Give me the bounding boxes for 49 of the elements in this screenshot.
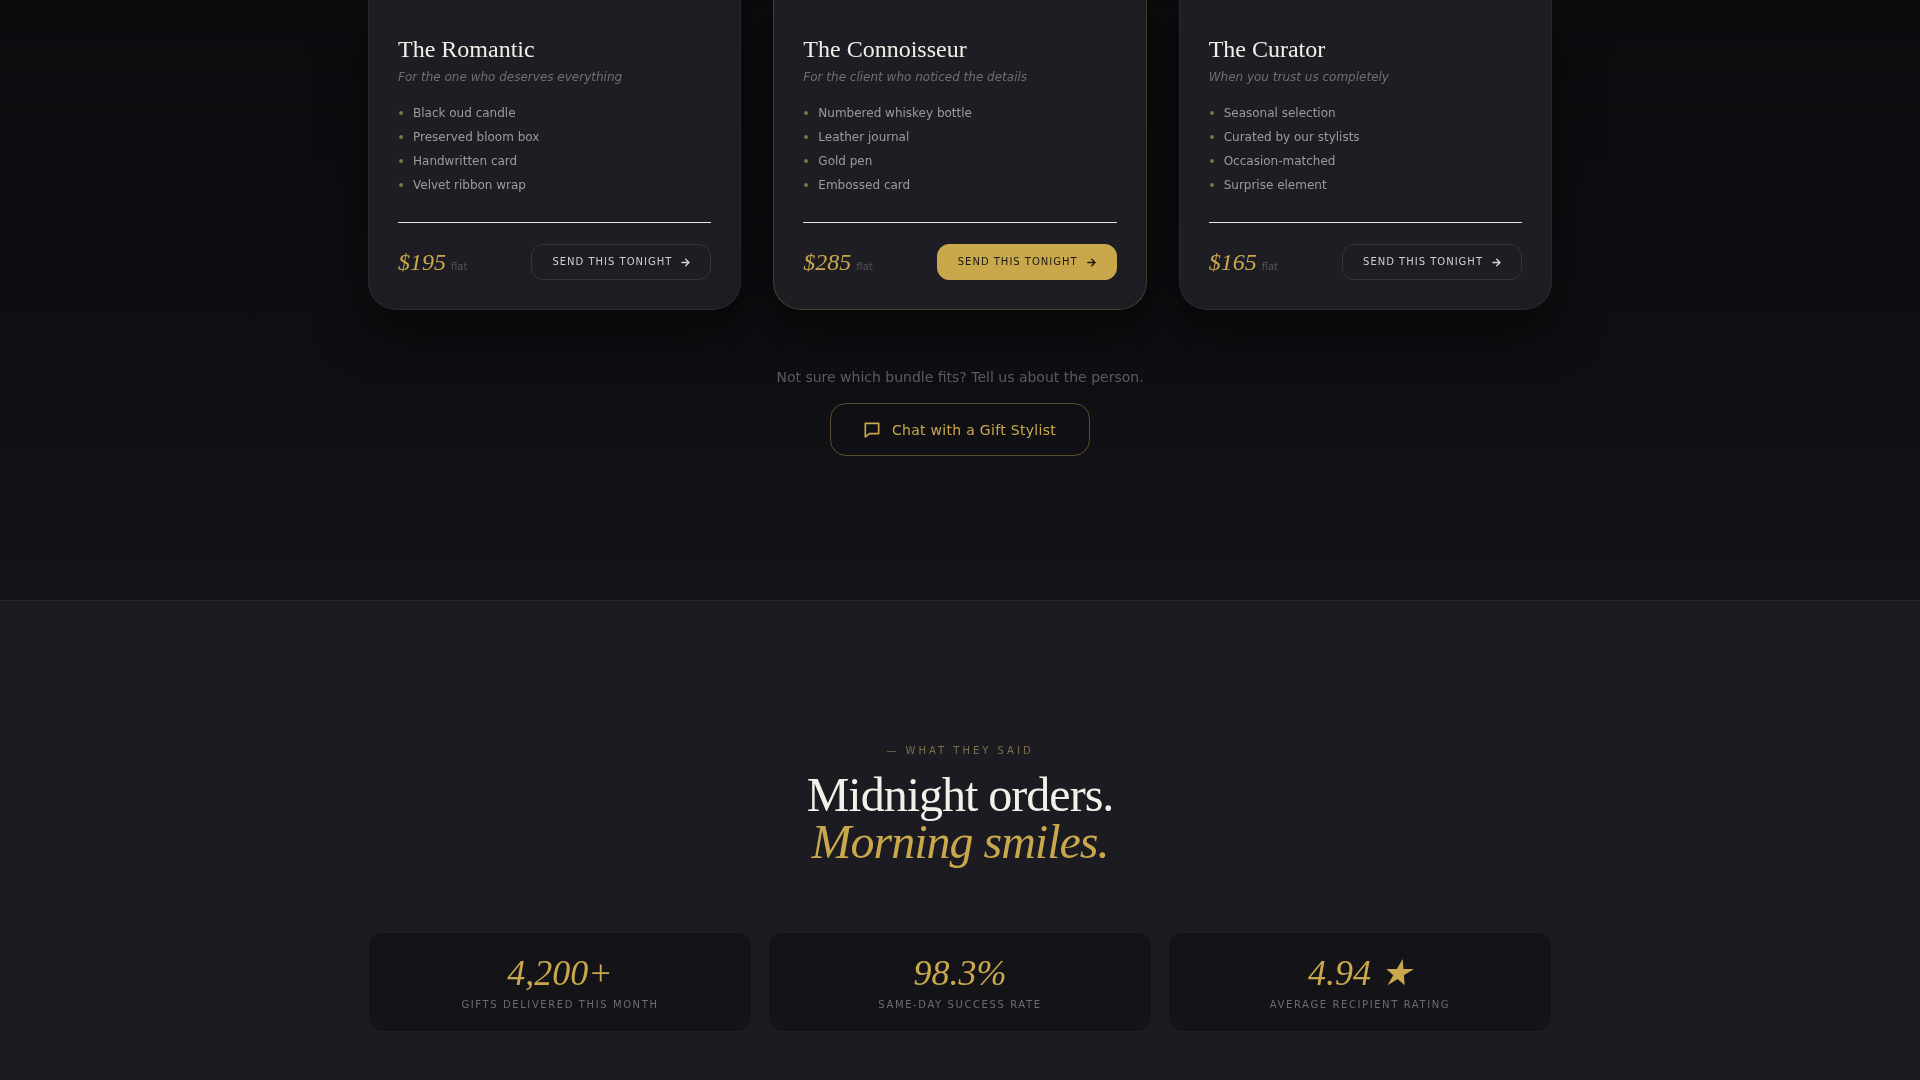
bundle-item: Surprise element: [1223, 178, 1327, 192]
stat-value: 4,200+: [507, 952, 613, 993]
bundle-item: Preserved bloom box: [413, 130, 540, 144]
bullet-icon: [1209, 183, 1214, 187]
send-button[interactable]: SEND THIS TONIGHT: [936, 244, 1117, 280]
bullet-icon: [399, 183, 403, 187]
bundle-title: The Romantic: [398, 35, 535, 64]
bullet-icon: [1209, 111, 1214, 115]
bundle-tagline: When you trust us completely: [1208, 69, 1389, 86]
price: $195: [398, 248, 446, 276]
stat-label: AVERAGE RECIPIENT RATING: [1269, 997, 1451, 1012]
chat-button[interactable]: Chat with a Gift Stylist: [829, 403, 1091, 456]
send-button[interactable]: SEND THIS TONIGHT: [531, 244, 712, 280]
bullet-icon: [399, 111, 403, 115]
bundle-item: Numbered whiskey bottle: [818, 106, 972, 120]
bundle-tagline: For the one who deserves everything: [398, 69, 623, 86]
bundle-title: The Curator: [1208, 35, 1326, 64]
stat-label: GIFTS DELIVERED THIS MONTH: [461, 997, 659, 1012]
bullet-icon: [804, 159, 809, 163]
section-eyebrow: — WHAT THEY SAID: [886, 744, 1034, 758]
send-button[interactable]: SEND THIS TONIGHT: [1342, 244, 1522, 280]
bundle-title: The Connoisseur: [803, 35, 967, 64]
bundle-item: Leather journal: [818, 130, 910, 144]
bundle-item: Occasion-matched: [1223, 154, 1336, 168]
help-text: Not sure which bundle fits? Tell us about the person.: [776, 368, 1144, 387]
bundle-item: Seasonal selection: [1223, 106, 1336, 120]
bundle-item: Velvet ribbon wrap: [413, 178, 526, 192]
bundle-item: Handwritten card: [413, 154, 518, 168]
bundle-item: Curated by our stylists: [1223, 130, 1360, 144]
stat-value: 4.94 ★: [1308, 952, 1412, 993]
bullet-icon: [804, 111, 809, 115]
arrow-icon: [1492, 257, 1501, 267]
bullet-icon: [804, 135, 809, 139]
stat-label: SAME-DAY SUCCESS RATE: [878, 997, 1042, 1012]
price: $165: [1208, 248, 1257, 276]
bundle-tagline: For the client who noticed the details: [803, 69, 1028, 86]
bullet-icon: [1209, 159, 1214, 163]
arrow-icon: [1086, 257, 1096, 267]
chat-bubble-icon: [863, 421, 880, 438]
bullet-icon: [804, 183, 809, 187]
price: $285: [803, 248, 852, 276]
bundle-item: Black oud candle: [413, 106, 516, 120]
arrow-icon: [681, 257, 691, 267]
bullet-icon: [1209, 135, 1214, 139]
bullet-icon: [399, 159, 403, 163]
stat-value: 98.3%: [913, 952, 1007, 993]
bundle-item: Gold pen: [818, 154, 873, 168]
bundle-item: Embossed card: [818, 178, 911, 192]
bullet-icon: [399, 135, 403, 139]
